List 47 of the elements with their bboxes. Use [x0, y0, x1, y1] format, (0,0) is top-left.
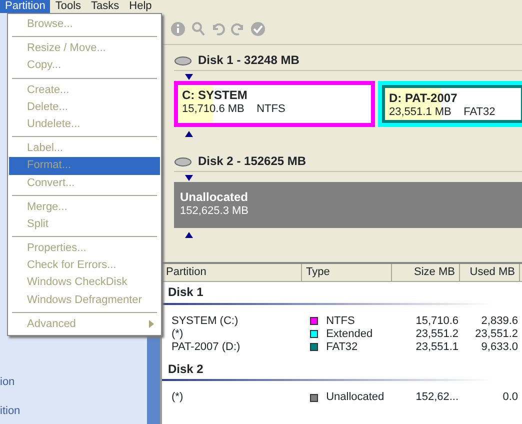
- partition-name: D: PAT-2007: [389, 91, 458, 106]
- disk-title: Disk 2 - 152625 MB: [198, 154, 306, 168]
- partition-block[interactable]: D: PAT-2007 23,551.1 MB FAT32: [378, 81, 522, 128]
- table-cell-text: 23,551.2: [474, 328, 519, 341]
- table-cell: Extended: [326, 328, 373, 341]
- sidebar-item[interactable]: ion: [0, 376, 147, 389]
- menu-item[interactable]: Help: [124, 0, 157, 13]
- table-cell-text: 152,62...: [414, 391, 460, 404]
- sidebar-item[interactable]: ition: [0, 405, 147, 418]
- menu-item[interactable]: Partition: [0, 0, 50, 13]
- undo-icon[interactable]: [210, 20, 226, 36]
- search-icon[interactable]: [190, 20, 206, 36]
- table-cell-text: (*): [170, 328, 184, 341]
- menu-item[interactable]: Tasks: [86, 0, 124, 13]
- column-header[interactable]: Size MB: [392, 264, 460, 282]
- table-cell: Unallocated: [326, 391, 384, 404]
- apply-icon[interactable]: [250, 20, 266, 36]
- table-cell: FAT32: [326, 340, 358, 354]
- table-cell-text: 23,551.1: [414, 340, 460, 354]
- table-cell-text: SYSTEM (C:): [170, 314, 240, 328]
- info-icon[interactable]: [170, 20, 186, 36]
- disk-title: Disk 1 - 32248 MB: [198, 53, 300, 68]
- table-cell-text: 9,633.0: [480, 340, 519, 354]
- column-header[interactable]: Type: [302, 264, 392, 282]
- partition-name: C: SYSTEM: [182, 88, 248, 103]
- table-cell: NTFS: [326, 314, 355, 328]
- table-cell-text: PAT-2007 (D:): [170, 340, 242, 354]
- partition-name: Unallocated: [180, 190, 250, 205]
- group-title: Disk 1: [162, 282, 492, 305]
- disk-icon: [174, 56, 192, 66]
- menu-item[interactable]: Tools: [50, 0, 86, 13]
- table-cell-text: 15,710.6: [414, 314, 460, 328]
- partition-block[interactable]: Unallocated 152,625.3 MB: [174, 182, 522, 228]
- disk-icon: [174, 156, 192, 167]
- table-cell-text: 2,839.6: [480, 314, 519, 328]
- table-cell-text: 0.0: [502, 391, 519, 404]
- group-title: Disk 2: [162, 359, 492, 382]
- partition-block[interactable]: C: SYSTEM 15,710.6 MB NTFS: [174, 81, 375, 128]
- partition-info: 23,551.1 MB FAT32: [389, 106, 496, 119]
- table-cell-text: (*): [170, 391, 184, 404]
- table-cell-text: 23,551.2: [414, 328, 460, 341]
- marker-icon: [185, 131, 193, 138]
- redo-icon[interactable]: [230, 20, 246, 36]
- column-header[interactable]: Used MB: [460, 264, 520, 282]
- marker-icon: [185, 232, 193, 238]
- partition-info: 15,710.6 MB NTFS: [182, 102, 286, 116]
- partition-size: 152,625.3 MB: [180, 204, 250, 218]
